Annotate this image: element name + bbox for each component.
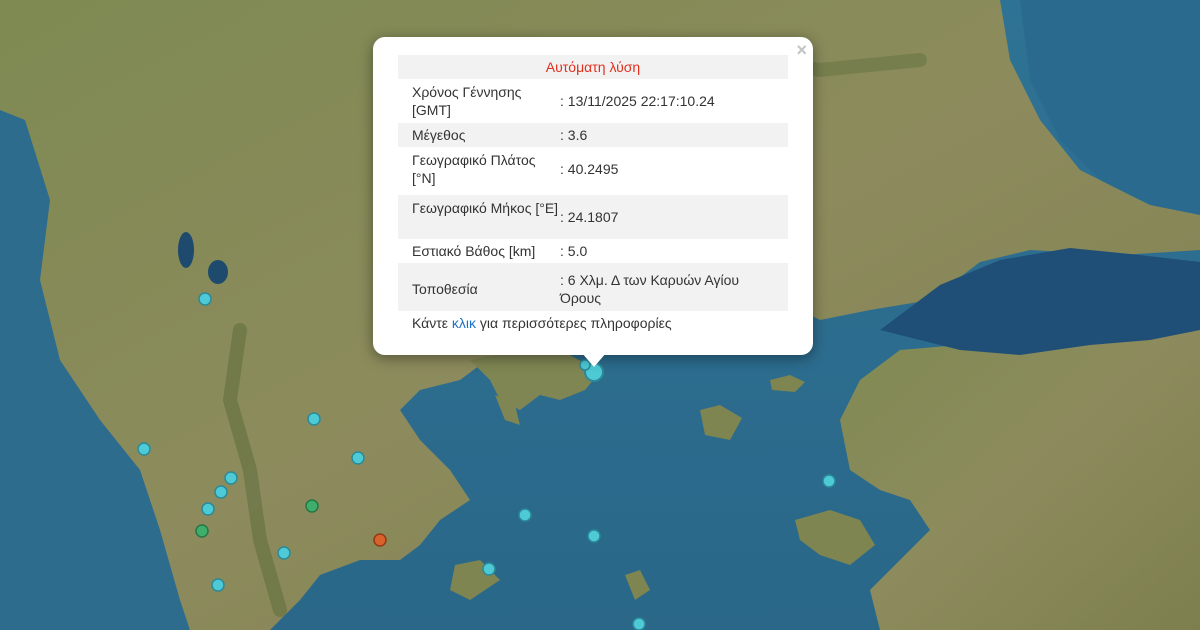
anatolia	[840, 310, 1200, 630]
info-label: Γεωγραφικό Μήκος [°E]	[412, 200, 559, 216]
info-row-location: Τοποθεσία : 6 Χλμ. Δ των Καρυών Αγίου Όρ…	[398, 263, 788, 311]
earthquake-info-popup: × Αυτόματη λύση Χρόνος Γέννησης [GMT] : …	[373, 37, 813, 355]
more-info-link[interactable]: κλικ	[452, 315, 476, 331]
quake-marker[interactable]	[214, 485, 228, 499]
lake-ohrid	[178, 232, 194, 268]
more-info-line: Κάντε κλικ για περισσότερες πληροφορίες	[398, 313, 788, 333]
quake-marker[interactable]	[277, 546, 291, 560]
more-prefix: Κάντε	[412, 315, 452, 331]
info-label: Μέγεθος	[412, 127, 466, 143]
lake-prespa	[208, 260, 228, 284]
popup-content: Αυτόματη λύση Χρόνος Γέννησης [GMT] : 13…	[398, 55, 788, 333]
info-row-origin-time: Χρόνος Γέννησης [GMT] : 13/11/2025 22:17…	[398, 79, 788, 123]
info-value: : 6 Χλμ. Δ των Καρυών Αγίου Όρους	[560, 272, 740, 306]
close-icon[interactable]: ×	[796, 41, 807, 59]
info-label: Τοποθεσία	[412, 281, 478, 297]
quake-marker[interactable]	[224, 471, 238, 485]
info-row-depth: Εστιακό Βάθος [km] : 5.0	[398, 239, 788, 263]
info-value: : 5.0	[560, 243, 588, 259]
info-label: Εστιακό Βάθος [km]	[412, 243, 536, 259]
info-row-longitude: Γεωγραφικό Μήκος [°E] : 24.1807	[398, 195, 788, 239]
quake-marker[interactable]	[822, 474, 836, 488]
quake-marker[interactable]	[211, 578, 225, 592]
info-row-magnitude: Μέγεθος : 3.6	[398, 123, 788, 147]
quake-marker-green[interactable]	[195, 524, 209, 538]
popup-title: Αυτόματη λύση	[398, 55, 788, 79]
quake-marker[interactable]	[137, 442, 151, 456]
quake-marker[interactable]	[198, 292, 212, 306]
quake-marker[interactable]	[518, 508, 532, 522]
info-value: : 3.6	[560, 127, 588, 143]
quake-marker-green[interactable]	[305, 499, 319, 513]
quake-marker[interactable]	[587, 529, 601, 543]
more-suffix: για περισσότερες πληροφορίες	[476, 315, 672, 331]
info-label: Χρόνος Γέννησης [GMT]	[412, 84, 522, 118]
info-value: : 13/11/2025 22:17:10.24	[560, 93, 715, 109]
quake-marker[interactable]	[632, 617, 646, 630]
info-value: : 24.1807	[560, 209, 619, 225]
quake-marker[interactable]	[201, 502, 215, 516]
info-row-latitude: Γεωγραφικό Πλάτος [°N] : 40.2495	[398, 147, 788, 195]
info-label: Γεωγραφικό Πλάτος [°N]	[412, 152, 536, 186]
info-value: : 40.2495	[560, 161, 619, 177]
quake-marker[interactable]	[482, 562, 496, 576]
quake-marker[interactable]	[307, 412, 321, 426]
quake-marker[interactable]	[351, 451, 365, 465]
quake-marker-orange[interactable]	[373, 533, 387, 547]
popup-pointer	[582, 353, 606, 367]
